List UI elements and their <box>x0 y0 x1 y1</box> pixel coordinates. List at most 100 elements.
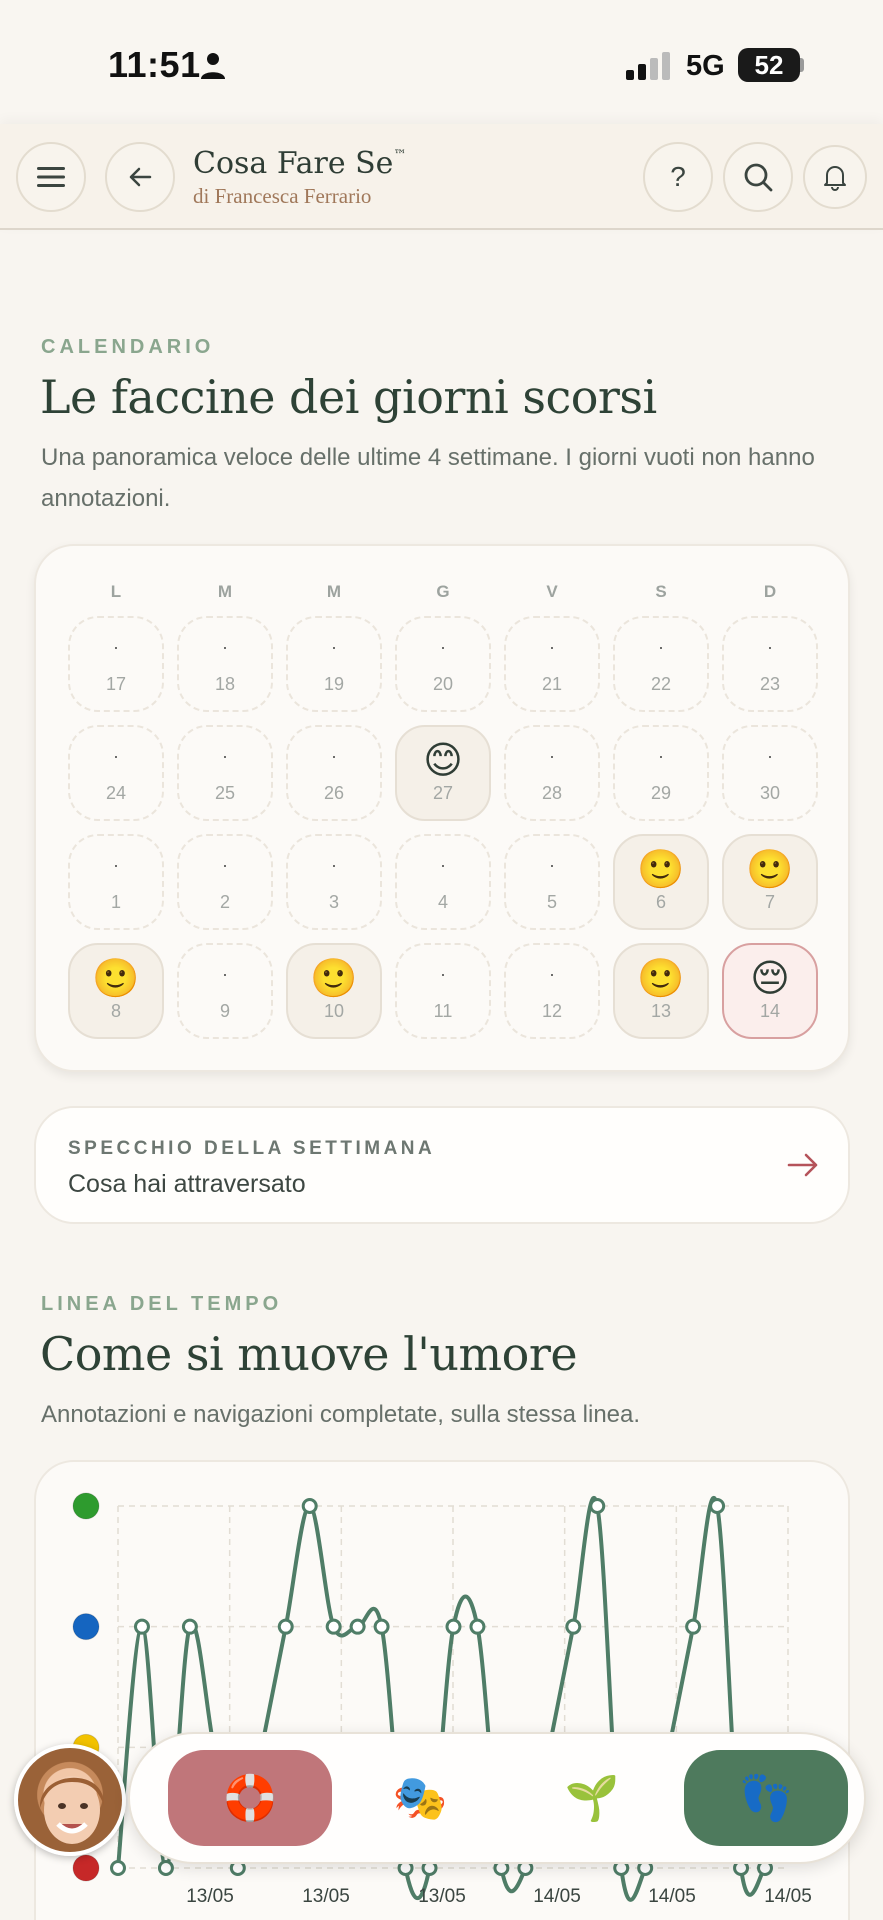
day-number: 18 <box>214 674 236 694</box>
calendar-day[interactable]: 🙂 8 <box>68 943 164 1039</box>
lifebuoy-icon: 🛟 <box>222 1774 278 1823</box>
calendar-day[interactable]: 😊 27 <box>395 725 491 821</box>
bell-icon <box>824 166 846 191</box>
app-header: Cosa Fare Se™ di Francesca Ferrario ? <box>0 124 883 230</box>
empty-day-dot: · <box>440 637 446 657</box>
theater-masks-icon: 🎭 <box>392 1774 448 1823</box>
calendar-day[interactable]: · 3 <box>286 834 382 930</box>
weekday-label: L <box>110 582 122 601</box>
avatar[interactable] <box>14 1744 126 1856</box>
calendar-day[interactable]: 🙂 6 <box>613 834 709 930</box>
day-number: 13 <box>650 1001 672 1021</box>
empty-day-dot: · <box>767 637 773 657</box>
empty-day-dot: · <box>767 746 773 766</box>
empty-day-dot: · <box>440 855 446 875</box>
weekday-label: M <box>217 582 233 601</box>
status-time: 11:51 <box>108 44 201 85</box>
day-number: 1 <box>110 892 121 912</box>
day-number: 5 <box>546 892 557 912</box>
day-number: 30 <box>759 783 781 803</box>
mood-emoji-icon: 🙂 <box>637 849 685 891</box>
app-title: Cosa Fare Se™ <box>193 146 406 181</box>
notifications-button[interactable] <box>803 145 867 209</box>
calendar-day[interactable]: · 18 <box>177 616 273 712</box>
app-subtitle: di Francesca Ferrario <box>193 184 372 208</box>
timeline-title: Come si muove l'umore <box>40 1327 578 1381</box>
calendar-day[interactable]: · 11 <box>395 943 491 1039</box>
battery-indicator: 52 <box>738 48 800 82</box>
trademark-mark: ™ <box>393 148 407 163</box>
nav-seedling-button[interactable]: 🌱 <box>510 1750 674 1846</box>
calendar-day[interactable]: · 26 <box>286 725 382 821</box>
person-icon <box>201 53 225 79</box>
calendar-day[interactable]: 🙂 10 <box>286 943 382 1039</box>
day-number: 6 <box>655 892 666 912</box>
empty-day-dot: · <box>658 746 664 766</box>
status-bar: 11:51 5G 52 <box>0 0 883 124</box>
calendar-day[interactable]: · 12 <box>504 943 600 1039</box>
help-button[interactable]: ? <box>643 142 713 212</box>
calendar-day[interactable]: · 20 <box>395 616 491 712</box>
arrow-right-icon <box>787 1153 818 1177</box>
calendar-day[interactable]: · 22 <box>613 616 709 712</box>
network-label: 5G <box>686 50 725 82</box>
nav-theater-button[interactable]: 🎭 <box>338 1750 502 1846</box>
back-button[interactable] <box>105 142 175 212</box>
day-number: 27 <box>432 783 454 803</box>
menu-button[interactable] <box>16 142 86 212</box>
calendar-day[interactable]: 🙂 13 <box>613 943 709 1039</box>
calendar-day[interactable]: · 4 <box>395 834 491 930</box>
calendar-day[interactable]: 🙂 7 <box>722 834 818 930</box>
calendar-day[interactable]: · 17 <box>68 616 164 712</box>
weekday-label: G <box>436 582 450 601</box>
calendar-day[interactable]: · 5 <box>504 834 600 930</box>
signal-icon <box>626 52 670 80</box>
calendar-day[interactable]: · 23 <box>722 616 818 712</box>
empty-day-dot: · <box>658 637 664 657</box>
calendar-day[interactable]: · 9 <box>177 943 273 1039</box>
empty-day-dot: · <box>113 855 119 875</box>
calendar-description: Una panoramica veloce delle ultime 4 set… <box>41 444 815 512</box>
weekday-label: D <box>763 582 777 601</box>
calendar-day[interactable]: 😔 14 <box>722 943 818 1039</box>
day-number: 28 <box>541 783 563 803</box>
empty-day-dot: · <box>222 964 228 984</box>
calendar-day[interactable]: · 2 <box>177 834 273 930</box>
nav-footprints-button[interactable]: 👣 <box>684 1750 848 1846</box>
calendar-eyebrow: CALENDARIO <box>41 336 215 358</box>
day-number: 12 <box>541 1001 563 1021</box>
calendar-day[interactable]: · 24 <box>68 725 164 821</box>
nav-lifebuoy-button[interactable]: 🛟 <box>168 1750 332 1846</box>
weekday-label: M <box>326 582 342 601</box>
empty-day-dot: · <box>440 964 446 984</box>
day-number: 19 <box>323 674 345 694</box>
search-button[interactable] <box>723 142 793 212</box>
empty-day-dot: · <box>222 855 228 875</box>
week-mirror-card[interactable]: SPECCHIO DELLA SETTIMANA Cosa hai attrav… <box>34 1106 850 1224</box>
footprints-icon: 👣 <box>738 1774 794 1823</box>
calendar-day[interactable]: · 21 <box>504 616 600 712</box>
calendar-day[interactable]: · 25 <box>177 725 273 821</box>
day-number: 2 <box>219 892 230 912</box>
app-title-text: Cosa Fare Se <box>193 146 394 181</box>
hamburger-icon <box>37 167 65 187</box>
bottom-nav: 🛟 🎭 🌱 👣 <box>128 1732 866 1864</box>
mirror-eyebrow: SPECCHIO DELLA SETTIMANA <box>68 1138 436 1159</box>
day-number: 11 <box>433 1001 453 1021</box>
day-number: 21 <box>541 674 563 694</box>
weekday-label: S <box>655 582 667 601</box>
calendar-day[interactable]: · 29 <box>613 725 709 821</box>
mood-emoji-icon: 😔 <box>750 958 790 1000</box>
help-label: ? <box>670 161 686 192</box>
calendar-day[interactable]: · 19 <box>286 616 382 712</box>
calendar-day[interactable]: · 30 <box>722 725 818 821</box>
day-number: 3 <box>328 892 339 912</box>
mood-emoji-icon: 🙂 <box>310 958 358 1000</box>
day-number: 20 <box>432 674 454 694</box>
day-number: 9 <box>219 1001 230 1021</box>
empty-day-dot: · <box>113 746 119 766</box>
calendar-day[interactable]: · 28 <box>504 725 600 821</box>
empty-day-dot: · <box>222 637 228 657</box>
day-number: 17 <box>105 674 127 694</box>
calendar-day[interactable]: · 1 <box>68 834 164 930</box>
